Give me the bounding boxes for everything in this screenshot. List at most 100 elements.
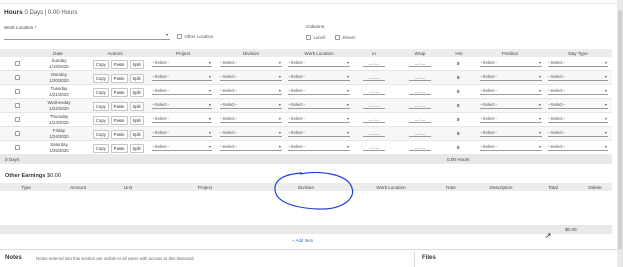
chevron-down-icon: ▾	[208, 102, 211, 107]
paste-button[interactable]: Paste	[110, 74, 128, 83]
work-location-select-row[interactable]: --Select-- ▾	[288, 144, 350, 151]
dinner-option[interactable]: Dinner	[335, 35, 355, 40]
in-time-input[interactable]: __:__	[363, 130, 385, 137]
page-scrollbar[interactable]	[617, 0, 623, 267]
division-select[interactable]: --Select-- ▾	[220, 102, 282, 109]
paste-button[interactable]: Paste	[110, 60, 128, 69]
split-button[interactable]: Split	[129, 116, 144, 125]
day-type-select[interactable]: --Select-- ▾	[548, 130, 608, 137]
project-select[interactable]: --Select-- ▾	[152, 102, 212, 109]
row-checkbox[interactable]	[15, 145, 20, 150]
in-time-input[interactable]: __:__	[363, 116, 385, 123]
row-checkbox[interactable]	[15, 75, 20, 80]
position-select[interactable]: --Select-- ▾	[480, 60, 542, 67]
paste-button[interactable]: Paste	[110, 130, 128, 139]
copy-button[interactable]: Copy	[93, 144, 109, 153]
wrap-time-input[interactable]: __:__	[409, 144, 431, 151]
row-checkbox[interactable]	[15, 103, 20, 108]
paste-button[interactable]: Paste	[110, 88, 128, 97]
position-select[interactable]: --Select-- ▾	[480, 116, 542, 123]
table-row: Friday 1/24/2020 Copy Paste Split --Select-- ▾…	[0, 127, 612, 141]
division-select[interactable]: --Select-- ▾	[220, 130, 282, 137]
copy-button[interactable]: Copy	[93, 74, 109, 83]
wrap-time-input[interactable]: __:__	[409, 88, 431, 95]
wrap-time-input[interactable]: __:__	[409, 130, 431, 137]
split-button[interactable]: Split	[129, 88, 144, 97]
row-checkbox[interactable]	[15, 61, 20, 66]
split-button[interactable]: Split	[129, 74, 144, 83]
work-location-select-row[interactable]: --Select-- ▾	[288, 130, 350, 137]
day-type-select[interactable]: --Select-- ▾	[548, 60, 608, 67]
position-select[interactable]: --Select-- ▾	[480, 74, 542, 81]
chevron-down-icon: ▾	[208, 116, 211, 121]
position-select[interactable]: --Select-- ▾	[480, 144, 542, 151]
project-select[interactable]: --Select-- ▾	[152, 88, 212, 95]
day-type-select[interactable]: --Select-- ▾	[548, 116, 608, 123]
work-location-select-row[interactable]: --Select-- ▾	[288, 88, 350, 95]
wrap-time-input[interactable]: __:__	[409, 116, 431, 123]
wrap-time-input[interactable]: __:__	[409, 102, 431, 109]
day-type-select[interactable]: --Select-- ▾	[548, 74, 608, 81]
in-time-input[interactable]: __:__	[363, 88, 385, 95]
row-checkbox[interactable]	[15, 89, 20, 94]
position-select[interactable]: --Select-- ▾	[480, 102, 542, 109]
copy-button[interactable]: Copy	[93, 88, 109, 97]
lunch-checkbox[interactable]	[306, 35, 311, 40]
row-checkbox[interactable]	[15, 117, 20, 122]
dinner-checkbox[interactable]	[335, 35, 340, 40]
project-select[interactable]: --Select-- ▾	[152, 116, 212, 123]
other-location-checkbox[interactable]	[177, 34, 182, 39]
add-item-link[interactable]: + Add Item	[292, 238, 313, 243]
work-location-select[interactable]: ▾	[4, 32, 170, 40]
row-actions: Copy Paste Split	[93, 74, 144, 83]
row-date: Thursday 1/23/2020	[44, 114, 74, 125]
division-select[interactable]: --Select-- ▾	[220, 116, 282, 123]
copy-button[interactable]: Copy	[93, 116, 109, 125]
day-type-select[interactable]: --Select-- ▾	[548, 144, 608, 151]
work-location-select-row[interactable]: --Select-- ▾	[288, 116, 350, 123]
split-button[interactable]: Split	[129, 144, 144, 153]
division-select[interactable]: --Select-- ▾	[220, 144, 282, 151]
copy-button[interactable]: Copy	[93, 60, 109, 69]
lunch-option[interactable]: Lunch	[306, 35, 325, 40]
split-button[interactable]: Split	[129, 130, 144, 139]
row-hours: 0	[457, 131, 460, 136]
wrap-time-input[interactable]: __:__	[409, 74, 431, 81]
day-type-select[interactable]: --Select-- ▾	[548, 102, 608, 109]
split-button[interactable]: Split	[129, 60, 144, 69]
division-select[interactable]: --Select-- ▾	[220, 60, 282, 67]
project-select[interactable]: --Select-- ▾	[152, 60, 212, 67]
chevron-down-icon: ▾	[208, 74, 211, 79]
division-select[interactable]: --Select-- ▾	[220, 88, 282, 95]
work-location-select-row[interactable]: --Select-- ▾	[288, 102, 350, 109]
paste-button[interactable]: Paste	[110, 116, 128, 125]
work-location-select-row[interactable]: --Select-- ▾	[288, 74, 350, 81]
in-time-input[interactable]: __:__	[363, 74, 385, 81]
paste-button[interactable]: Paste	[110, 144, 128, 153]
day-type-select[interactable]: --Select-- ▾	[548, 88, 608, 95]
table-row: Saturday 1/25/2020 Copy Paste Split --Select-…	[0, 141, 612, 155]
division-select[interactable]: --Select-- ▾	[220, 74, 282, 81]
other-location-option[interactable]: Other Location	[177, 34, 213, 39]
project-select[interactable]: --Select-- ▾	[152, 130, 212, 137]
row-checkbox[interactable]	[15, 131, 20, 136]
in-time-input[interactable]: __:__	[363, 102, 385, 109]
in-time-input[interactable]: __:__	[363, 144, 385, 151]
scrollbar-thumb[interactable]	[618, 10, 622, 250]
project-select[interactable]: --Select-- ▾	[152, 74, 212, 81]
select-placeholder: --Select--	[548, 102, 566, 107]
top-divider	[0, 0, 618, 4]
chevron-down-icon: ▾	[538, 60, 541, 65]
position-select[interactable]: --Select-- ▾	[480, 88, 542, 95]
position-select[interactable]: --Select-- ▾	[480, 130, 542, 137]
copy-button[interactable]: Copy	[93, 102, 109, 111]
hours-title: Hours	[4, 9, 23, 16]
select-placeholder: --Select--	[220, 144, 238, 149]
work-location-select-row[interactable]: --Select-- ▾	[288, 60, 350, 67]
split-button[interactable]: Split	[129, 102, 144, 111]
paste-button[interactable]: Paste	[110, 102, 128, 111]
wrap-time-input[interactable]: __:__	[409, 60, 431, 67]
project-select[interactable]: --Select-- ▾	[152, 144, 212, 151]
copy-button[interactable]: Copy	[93, 130, 109, 139]
in-time-input[interactable]: __:__	[363, 60, 385, 67]
